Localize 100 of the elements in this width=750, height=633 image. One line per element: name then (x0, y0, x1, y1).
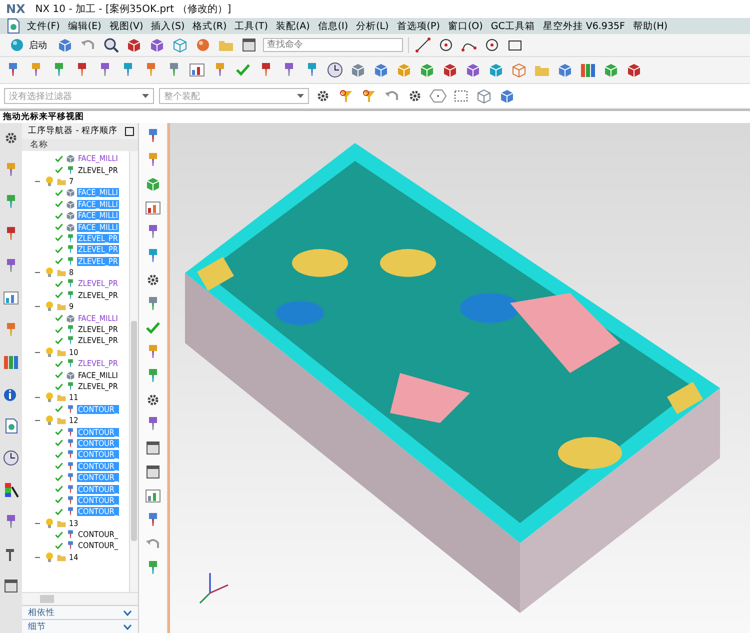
check-icon (54, 233, 64, 244)
operation-item[interactable]: ZLEVEL_PR (77, 290, 119, 300)
cube-icon[interactable] (125, 36, 143, 54)
chart-icon[interactable] (188, 61, 206, 79)
menu-item[interactable]: 格式(R) (190, 20, 230, 32)
cube-icon[interactable] (349, 61, 367, 79)
cube-icon[interactable] (625, 61, 643, 79)
lightbulb-icon (44, 552, 55, 563)
program-group-item[interactable]: 9 (68, 302, 75, 312)
book-icon[interactable] (2, 353, 20, 371)
menu-item[interactable]: 装配(A) (272, 20, 313, 32)
lightbulb-icon (44, 415, 55, 426)
menu-item[interactable]: 分析(L) (353, 20, 392, 32)
cube-icon[interactable] (372, 61, 390, 79)
program-group-item[interactable]: 10 (68, 348, 80, 357)
window-icon[interactable] (240, 36, 258, 54)
cube-icon[interactable] (144, 175, 162, 193)
line-icon[interactable] (414, 36, 432, 54)
check-icon (54, 244, 64, 255)
menu-item[interactable]: 工具(T) (232, 20, 271, 32)
axis-triad-icon (199, 572, 229, 604)
menu-item[interactable]: GC工具箱 (488, 20, 538, 32)
check-icon (54, 540, 64, 551)
sphere-icon[interactable] (194, 36, 212, 54)
operation-item[interactable]: CONTOUR_ (77, 541, 119, 550)
cube-icon[interactable] (418, 61, 436, 79)
operation-item[interactable]: ZLEVEL_PR (77, 359, 119, 368)
program-group-item[interactable]: 11 (68, 393, 80, 402)
operation-item[interactable]: ZLEVEL_PR (77, 336, 119, 346)
menu-item[interactable]: 星空外挂 V6.935F (540, 20, 628, 32)
program-group-item[interactable]: 7 (68, 176, 75, 186)
panel-title: 工序导航器 - 程序顺序 (28, 125, 118, 137)
menu-item[interactable]: 信息(I) (314, 20, 352, 32)
circle-icon[interactable] (437, 36, 455, 54)
cube-icon[interactable] (602, 61, 620, 79)
hexagon-icon[interactable] (429, 87, 447, 105)
program-group-item[interactable]: 14 (68, 552, 80, 562)
program-group-item[interactable]: 8 (68, 268, 75, 278)
wire-cube-icon[interactable] (475, 87, 493, 105)
menu-item[interactable]: 编辑(E) (64, 20, 104, 32)
cube-icon (65, 153, 76, 164)
magnify-icon[interactable] (102, 36, 120, 54)
funnel-icon[interactable] (360, 87, 378, 105)
lightbulb-icon (44, 346, 55, 358)
cube-icon[interactable] (487, 61, 505, 79)
wire-cube-icon[interactable] (171, 36, 189, 54)
program-group-item[interactable]: 12 (68, 416, 80, 426)
check-icon (54, 278, 64, 289)
check-icon (54, 427, 64, 438)
window-icon[interactable] (144, 463, 162, 481)
menu-item[interactable]: 视图(V) (106, 20, 146, 32)
cube-icon (65, 312, 76, 324)
window-icon[interactable] (2, 577, 20, 595)
column-header[interactable]: 名称 (22, 139, 138, 151)
collapsible-panel[interactable]: 细节 (22, 619, 138, 633)
maximize-icon[interactable] (125, 126, 134, 136)
window-icon[interactable] (144, 439, 162, 457)
operation-item[interactable]: ZLEVEL_PR (77, 325, 119, 334)
check-icon (54, 324, 64, 335)
cube-icon[interactable] (56, 36, 74, 54)
operation-item[interactable]: ZLEVEL_PR (77, 279, 119, 288)
check-icon (54, 165, 64, 176)
clock-icon[interactable] (326, 61, 344, 79)
book-icon[interactable] (579, 61, 597, 79)
menu-item[interactable]: 窗口(O) (444, 20, 486, 32)
cube-icon[interactable] (148, 36, 166, 54)
cube-icon (65, 370, 76, 381)
menu-item[interactable]: 帮助(H) (630, 20, 671, 32)
chart-icon[interactable] (2, 289, 20, 307)
operation-item[interactable]: ZLEVEL_PR (77, 382, 119, 391)
chart-icon[interactable] (144, 199, 162, 217)
collapsible-panel[interactable]: 相依性 (22, 605, 138, 619)
check-icon (54, 370, 64, 380)
cube-icon[interactable] (556, 61, 574, 79)
wire-cube-icon[interactable] (510, 61, 528, 79)
cube-icon[interactable] (498, 87, 516, 105)
operation-item[interactable]: CONTOUR_ (77, 530, 119, 540)
start-button[interactable]: 启动 (4, 34, 51, 56)
funnel-icon[interactable] (337, 87, 355, 105)
program-group-item[interactable]: 13 (68, 518, 80, 528)
clock-icon[interactable] (2, 449, 20, 467)
menu-item[interactable]: 首选项(P) (394, 20, 443, 32)
operation-item[interactable]: FACE_MILLI (77, 154, 119, 164)
cube-icon[interactable] (441, 61, 459, 79)
lightbulb-icon (44, 301, 55, 312)
spectrum-icon[interactable] (2, 481, 20, 499)
chart-icon[interactable] (144, 487, 162, 505)
operation-item[interactable]: ZLEVEL_PR (77, 166, 119, 175)
command-search-field[interactable]: 查找命令 (263, 38, 403, 52)
cube-icon[interactable] (464, 61, 482, 79)
cube-icon (65, 210, 76, 222)
dropdown-arrow-icon (297, 94, 304, 98)
check-icon (54, 450, 64, 460)
horizontal-scrollbar[interactable] (22, 592, 138, 605)
vertical-scrollbar[interactable] (129, 151, 138, 592)
menu-item[interactable]: 文件(F) (24, 20, 63, 32)
menu-item[interactable]: 插入(S) (148, 20, 188, 32)
operation-item[interactable]: FACE_MILLI (77, 314, 119, 323)
circle-icon[interactable] (483, 36, 501, 54)
operation-item[interactable]: FACE_MILLI (77, 370, 119, 380)
